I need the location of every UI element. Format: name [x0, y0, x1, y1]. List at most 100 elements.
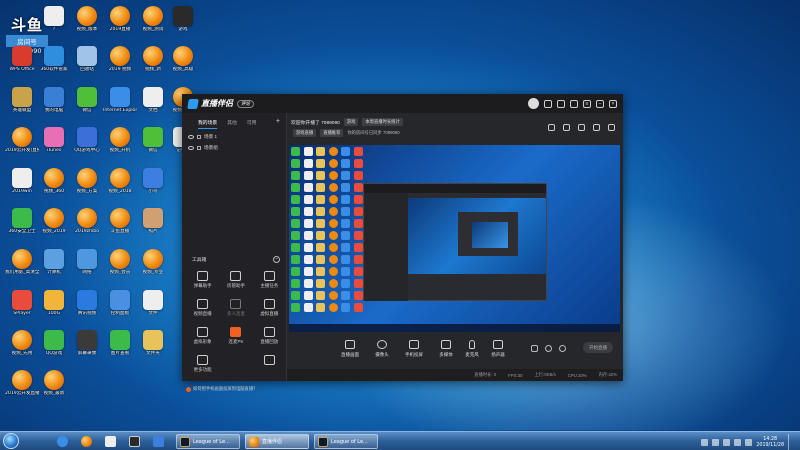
toolbox-item[interactable]: 直播回放	[253, 327, 286, 345]
window-titlebar[interactable]: 直播伴侣 评论 ≡ – ×	[182, 94, 623, 113]
ie-taskbar-icon[interactable]	[52, 434, 72, 449]
beauty-icon[interactable]	[531, 345, 538, 352]
settings-icon[interactable]	[559, 345, 566, 352]
visibility-icon[interactable]	[188, 146, 194, 150]
help-tip[interactable]: 如何把手机画面投屏到电脑直播？	[186, 386, 257, 392]
settings-icon[interactable]	[608, 124, 615, 131]
lock-icon[interactable]	[197, 135, 201, 139]
desktop-icon[interactable]: 100G	[37, 290, 71, 316]
toolbox-item[interactable]: 虚拟直播	[253, 299, 286, 317]
bird-taskbar-icon[interactable]	[148, 434, 168, 449]
desktop-icon[interactable]: 视频_先用	[5, 330, 39, 356]
tab-other[interactable]: 其他	[227, 119, 237, 129]
toolbox-item[interactable]: 房管助手	[219, 271, 252, 289]
media-button[interactable]: 多媒体	[433, 340, 459, 358]
desktop-icon[interactable]: 视频_测试	[136, 6, 170, 32]
desktop-icon[interactable]: 小鸟	[136, 168, 170, 194]
scene-item[interactable]: 场景 1	[182, 129, 286, 140]
desktop-icon[interactable]: 微信	[136, 127, 170, 153]
desktop-icon[interactable]: 屏幕录像	[70, 330, 104, 356]
desktop-icon[interactable]: 英雄联盟	[5, 87, 39, 113]
toolbox-item[interactable]: 多人连麦	[219, 299, 252, 317]
task-league-2[interactable]: League of Le...	[314, 434, 378, 449]
collapse-icon[interactable]: –	[273, 256, 280, 263]
desktop-icon[interactable]: 2019zhibo	[70, 208, 104, 234]
tab-available[interactable]: 可用	[247, 119, 257, 129]
desktop-icon[interactable]: 视频_360	[37, 168, 71, 194]
record-icon[interactable]	[578, 124, 585, 131]
desktop-icon[interactable]: SPlayer	[5, 290, 39, 316]
desktop-icon[interactable]: iTunes	[37, 127, 71, 153]
lock-icon[interactable]	[197, 146, 201, 150]
desktop-icon[interactable]: 360软件管家	[37, 46, 71, 72]
desktop-icon[interactable]: 视频_2019	[37, 208, 71, 234]
tray-icon[interactable]	[745, 439, 753, 446]
phone-cast-button[interactable]: 手机投屏	[401, 340, 427, 358]
desktop-icon[interactable]: 视频_会员	[103, 249, 137, 275]
minimize-icon[interactable]: –	[596, 99, 604, 108]
screen-capture-button[interactable]: 直播画面	[337, 340, 363, 358]
lock-icon[interactable]	[563, 124, 570, 131]
version-pill[interactable]: 评论	[237, 99, 254, 108]
close-icon[interactable]: ×	[609, 99, 617, 108]
network-icon[interactable]	[723, 439, 731, 446]
desktop-icon[interactable]: 360安全卫士	[5, 208, 39, 234]
desktop-icon[interactable]: 控制面板	[103, 290, 137, 316]
toolbox-item[interactable]: 弹幕助手	[186, 271, 219, 289]
tray-icon[interactable]	[712, 439, 720, 446]
message-icon[interactable]	[544, 99, 552, 108]
volume-icon[interactable]	[734, 439, 742, 446]
desktop-icon[interactable]: 2019云开发直播	[5, 370, 39, 396]
desktop-icon[interactable]: Internet Explorer	[103, 87, 137, 113]
desktop-icon[interactable]: 视频_方案	[70, 168, 104, 194]
desktop-icon[interactable]: 视频_版本	[70, 6, 104, 32]
menu-icon[interactable]: ≡	[583, 99, 591, 108]
desktop-icon[interactable]: 2019云开发(直播版)	[5, 127, 39, 153]
clock[interactable]: 14:28 2019/11/28	[756, 437, 784, 449]
stats-pill[interactable]: 本周直播时长统计	[362, 118, 403, 126]
eye-icon[interactable]	[545, 345, 552, 352]
desktop-icon[interactable]: QQ游戏中心	[70, 127, 104, 153]
desktop-icon[interactable]: 我们用影_高清全局	[5, 249, 39, 275]
desktop-icon[interactable]: 微信	[70, 87, 104, 113]
show-desktop-button[interactable]	[788, 434, 794, 450]
desktop-icon[interactable]: 视频_最新	[37, 370, 71, 396]
stream-preview[interactable]	[289, 145, 620, 332]
desktop-icon[interactable]: 文件夹	[136, 330, 170, 356]
speaker-button[interactable]: 扬声器	[485, 340, 511, 358]
desktop-icon[interactable]: 斗鱼直播	[103, 208, 137, 234]
visibility-icon[interactable]	[188, 135, 194, 139]
toolbox-item[interactable]: 连麦PK	[219, 327, 252, 345]
desktop-icon[interactable]: 网络	[70, 249, 104, 275]
desktop-icon[interactable]: 计算机	[37, 249, 71, 275]
desktop-icon[interactable]: 文件	[136, 290, 170, 316]
toolbox-item[interactable]: 更多功能	[186, 355, 219, 373]
desktop-icon[interactable]: 图片查看	[103, 330, 137, 356]
toolbox-item[interactable]: 主播任务	[253, 271, 286, 289]
scene-item[interactable]: 场景组	[182, 140, 286, 151]
start-button[interactable]	[3, 433, 19, 449]
desktop-icon[interactable]: 视频_专业	[136, 249, 170, 275]
desktop-icon[interactable]: 2019win	[5, 168, 39, 194]
desktop-icon[interactable]: 腾讯视频	[70, 290, 104, 316]
gift-icon[interactable]	[557, 99, 565, 108]
live-companion-window[interactable]: 直播伴侣 评论 ≡ – × 我的场景 其他 可用 + 场景 1 场景组 工具箱 …	[182, 94, 623, 392]
microphone-button[interactable]: 麦克风	[459, 340, 485, 358]
tray-icon[interactable]	[701, 439, 709, 446]
category-pill[interactable]: 游戏	[343, 118, 359, 126]
desktop-icon[interactable]: QQ游戏	[37, 330, 71, 356]
share-icon[interactable]	[593, 124, 600, 131]
avatar[interactable]	[528, 98, 539, 109]
desktop-icon[interactable]: 视频_2018	[103, 168, 137, 194]
toolbox-item[interactable]	[253, 355, 286, 373]
desktop-icon[interactable]: 照片	[136, 208, 170, 234]
desktop-icon[interactable]: ?	[37, 6, 71, 32]
grid-icon[interactable]	[548, 124, 555, 131]
add-scene-icon[interactable]: +	[276, 118, 280, 129]
toolbox-item[interactable]: 虚拟形象	[186, 327, 219, 345]
task-league-1[interactable]: League of Le...	[176, 434, 240, 449]
orange-app-taskbar-icon[interactable]	[76, 434, 96, 449]
desktop-icon[interactable]: 视频_新	[136, 46, 170, 72]
game-taskbar-icon[interactable]	[124, 434, 144, 449]
settings-icon[interactable]	[570, 99, 578, 108]
